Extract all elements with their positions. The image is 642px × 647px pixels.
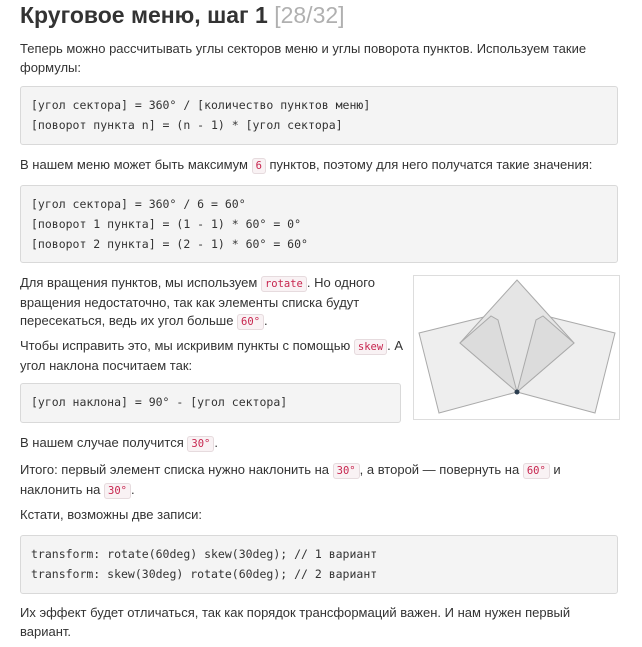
- intro-paragraph: Теперь можно рассчитывать углы секторов …: [20, 40, 620, 77]
- summary-text-4: .: [130, 481, 135, 497]
- summary-text-2: , а второй — повернуть на: [359, 462, 523, 477]
- code-line: [поворот пункта n] = (n - 1) * [угол сек…: [31, 118, 343, 132]
- result-text-after: .: [214, 435, 218, 450]
- page: Круговое меню, шаг 1 [28/32] Теперь можн…: [0, 0, 642, 647]
- result-text-before: В нашем случае получится: [20, 435, 188, 450]
- summary-value-2: 60°: [522, 463, 550, 479]
- step-counter: [28/32]: [274, 2, 345, 28]
- code-line: [угол сектора] = 360° / 6 = 60°: [31, 197, 246, 211]
- formulas-code-block: [угол сектора] = 360° / [количество пунк…: [20, 86, 618, 145]
- summary-value-1: 30°: [332, 463, 360, 479]
- final-text: Их эффект будет отличаться, так как поря…: [20, 605, 571, 639]
- max-items-text-before: В нашем меню может быть максимум: [20, 157, 252, 172]
- max-items-text-after: пунктов, поэтому для него получатся таки…: [265, 157, 593, 172]
- sector-diagram-svg: [418, 279, 616, 414]
- page-title: Круговое меню, шаг 1 [28/32]: [20, 0, 345, 32]
- title-text: Круговое меню, шаг 1: [20, 2, 268, 28]
- values-code-block: [угол сектора] = 360° / 6 = 60° [поворот…: [20, 185, 618, 263]
- code-line: [поворот 1 пункта] = (1 - 1) * 60° = 0°: [31, 217, 302, 231]
- result-paragraph: В нашем случае получится 30°.: [20, 434, 620, 454]
- rotate-text-after: .: [264, 313, 268, 328]
- result-value: 30°: [187, 436, 215, 452]
- max-items-value: 6: [251, 158, 266, 174]
- code-line: [поворот 2 пункта] = (2 - 1) * 60° = 60°: [31, 237, 308, 251]
- rotate-code: rotate: [260, 276, 307, 292]
- skew-code: skew: [353, 339, 388, 355]
- rotate-angle: 60°: [237, 314, 265, 330]
- code-line: transform: rotate(60deg) skew(30deg); //…: [31, 547, 378, 561]
- skew-paragraph: Чтобы исправить это, мы искривим пункты …: [20, 337, 405, 375]
- code-line: transform: skew(30deg) rotate(60deg); //…: [31, 567, 378, 581]
- rotate-text-before: Для вращения пунктов, мы используем: [20, 275, 261, 290]
- skew-code-block: [угол наклона] = 90° - [угол сектора]: [20, 383, 401, 423]
- rotate-paragraph: Для вращения пунктов, мы используем rota…: [20, 274, 400, 332]
- summary-value-3: 30°: [104, 482, 131, 499]
- skew-text-before: Чтобы исправить это, мы искривим пункты …: [20, 338, 354, 353]
- summary-paragraph: Итого: первый элемент списка нужно накло…: [20, 461, 610, 500]
- code-line: [угол сектора] = 360° / [количество пунк…: [31, 98, 371, 112]
- intro-text: Теперь можно рассчитывать углы секторов …: [20, 41, 587, 75]
- summary-text-1: Итого: первый элемент списка нужно накло…: [20, 462, 333, 477]
- final-paragraph: Их эффект будет отличаться, так как поря…: [20, 604, 618, 641]
- pivot-point: [514, 389, 520, 395]
- notations-text: Кстати, возможны две записи:: [20, 507, 202, 522]
- transform-code-block: transform: rotate(60deg) skew(30deg); //…: [20, 535, 618, 594]
- notations-paragraph: Кстати, возможны две записи:: [20, 506, 620, 525]
- sector-diagram: [413, 275, 620, 420]
- code-line: [угол наклона] = 90° - [угол сектора]: [31, 395, 288, 409]
- max-items-paragraph: В нашем меню может быть максимум 6 пункт…: [20, 156, 620, 176]
